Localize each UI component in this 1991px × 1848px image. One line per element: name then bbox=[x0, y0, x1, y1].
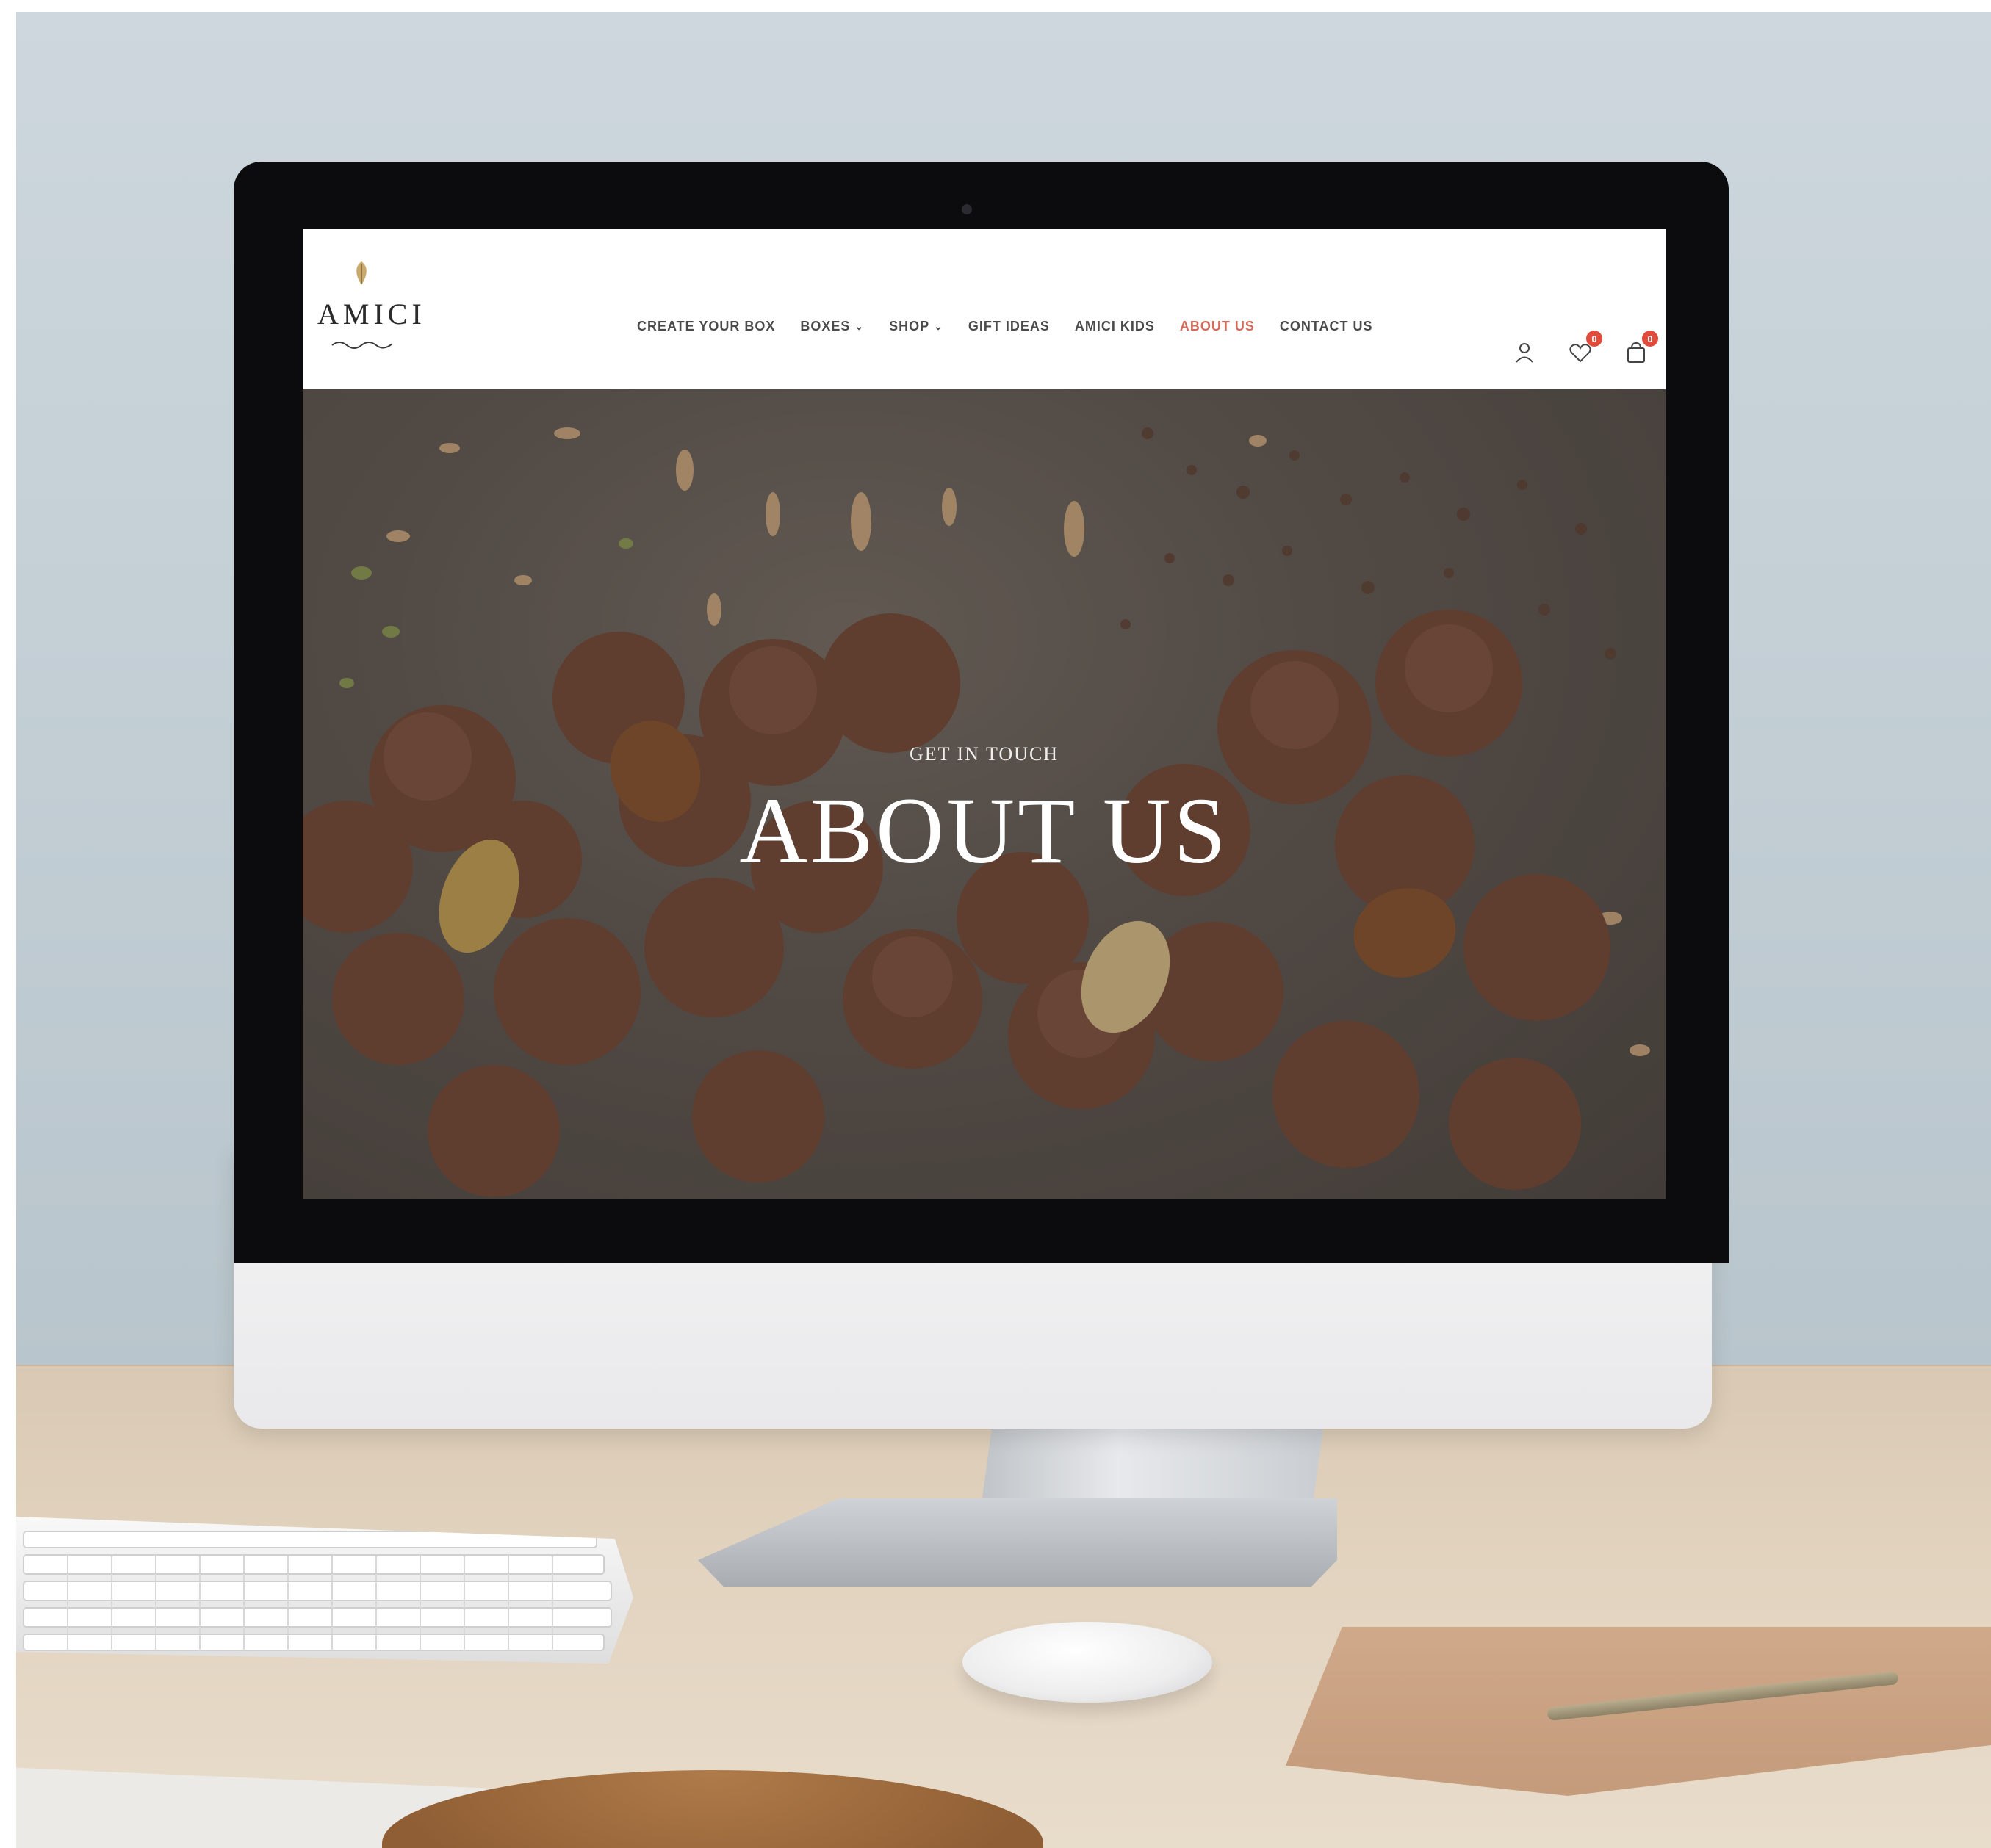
user-icon bbox=[1516, 343, 1533, 363]
wishlist-button[interactable]: 0 bbox=[1567, 331, 1602, 366]
cart-count-badge: 0 bbox=[1642, 331, 1658, 347]
nav-label: CONTACT US bbox=[1279, 318, 1373, 333]
nav-label: ABOUT US bbox=[1179, 318, 1255, 333]
mouse bbox=[962, 1622, 1212, 1703]
keyboard bbox=[16, 1517, 633, 1664]
account-button[interactable] bbox=[1511, 339, 1538, 366]
wishlist-count-badge: 0 bbox=[1586, 331, 1602, 347]
nav-create-your-box[interactable]: CREATE YOUR BOX bbox=[637, 319, 775, 334]
main-nav: CREATE YOUR BOX BOXES ⌄ SHOP ⌄ GIFT IDEA… bbox=[637, 311, 1373, 341]
nav-label: GIFT IDEAS bbox=[968, 318, 1050, 333]
nav-label: SHOP bbox=[889, 318, 930, 333]
frame-edge-left bbox=[0, 0, 16, 1848]
nav-label: BOXES bbox=[800, 318, 851, 333]
logo-leaf-icon bbox=[356, 261, 367, 285]
cart-button[interactable]: 0 bbox=[1623, 331, 1658, 366]
nav-label: AMICI KIDS bbox=[1074, 318, 1155, 333]
chevron-down-icon: ⌄ bbox=[934, 320, 943, 332]
logo-arabic-script bbox=[331, 342, 393, 349]
keyboard-keys bbox=[23, 1531, 612, 1651]
nav-gift-ideas[interactable]: GIFT IDEAS bbox=[968, 319, 1050, 334]
nav-shop[interactable]: SHOP ⌄ bbox=[889, 319, 943, 334]
nav-about-us[interactable]: ABOUT US bbox=[1180, 319, 1255, 334]
nav-amici-kids[interactable]: AMICI KIDS bbox=[1075, 319, 1155, 334]
hero-kicker: GET IN TOUCH bbox=[909, 743, 1059, 765]
hero-banner: GET IN TOUCH ABOUT US bbox=[303, 389, 1666, 1199]
monitor-screen: AMICI CREATE YOUR BOX BOXES ⌄ SHOP ⌄ GIF… bbox=[303, 229, 1666, 1199]
chevron-down-icon: ⌄ bbox=[854, 320, 865, 332]
site-header: AMICI CREATE YOUR BOX BOXES ⌄ SHOP ⌄ GIF… bbox=[303, 229, 1666, 389]
nav-label: CREATE YOUR BOX bbox=[637, 318, 776, 333]
header-actions: 0 0 bbox=[1511, 331, 1658, 366]
frame-edge bbox=[0, 0, 1991, 12]
brand-logo[interactable]: AMICI bbox=[317, 297, 426, 331]
hero-title: ABOUT US bbox=[739, 779, 1229, 883]
desk-scene: AMICI CREATE YOUR BOX BOXES ⌄ SHOP ⌄ GIF… bbox=[0, 0, 1991, 1848]
nav-contact-us[interactable]: CONTACT US bbox=[1280, 319, 1373, 334]
webcam bbox=[962, 204, 972, 214]
nav-boxes[interactable]: BOXES ⌄ bbox=[800, 319, 864, 334]
